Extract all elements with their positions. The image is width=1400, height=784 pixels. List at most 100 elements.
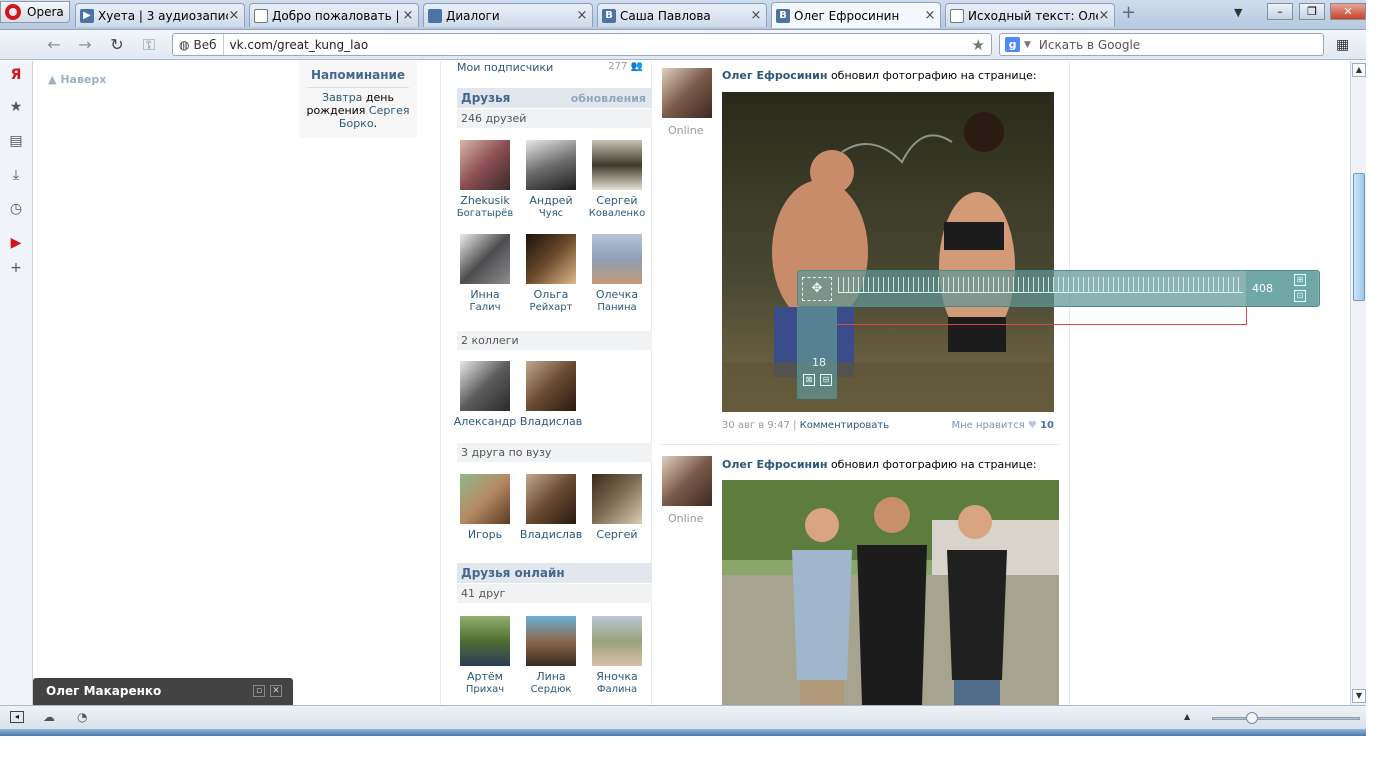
chat-close-icon[interactable]: ✕ xyxy=(270,685,282,697)
friend-last-name[interactable]: Прихач xyxy=(452,683,518,696)
friend-first-name[interactable]: Инна xyxy=(452,288,518,301)
reload-icon[interactable]: ↻ xyxy=(107,36,127,54)
online-count[interactable]: 41 друг xyxy=(457,584,652,603)
opera-unite-cloud-icon[interactable]: ☁ xyxy=(43,710,55,724)
friend-avatar[interactable] xyxy=(526,616,576,666)
friend-avatar[interactable] xyxy=(592,234,642,284)
scroll-down-icon[interactable]: ▼ xyxy=(1352,689,1366,703)
close-icon[interactable]: × xyxy=(228,8,240,23)
tab-source[interactable]: Исходный текст: Олег ... × xyxy=(945,3,1115,27)
friend-card[interactable]: Zhekusik Богатырёв xyxy=(452,140,518,220)
friend-first-name[interactable]: Владислав xyxy=(518,415,584,428)
turbo-gauge-icon[interactable]: ◔ xyxy=(77,710,87,724)
window-close-icon[interactable]: ✕ xyxy=(1330,3,1366,20)
friend-last-name[interactable]: Сердюк xyxy=(518,683,584,696)
chat-contact-name[interactable]: Олег Макаренко xyxy=(46,684,161,698)
comment-link[interactable]: Комментировать xyxy=(800,420,890,431)
reminder-date-link[interactable]: Завтра xyxy=(322,91,362,104)
back-icon[interactable]: ← xyxy=(44,36,64,54)
post-author-avatar[interactable] xyxy=(662,456,712,506)
address-field[interactable]: ◍ Веб vk.com/great_kung_lao ★ xyxy=(172,33,992,56)
friend-last-name[interactable]: Богатырёв xyxy=(452,207,518,220)
chat-expand-icon[interactable]: ▫ xyxy=(253,685,265,697)
history-clock-icon[interactable]: ◷ xyxy=(8,201,24,217)
friend-avatar[interactable] xyxy=(460,361,510,411)
friend-avatar[interactable] xyxy=(526,361,576,411)
restore-icon[interactable]: ❐ xyxy=(1299,3,1325,20)
add-panel-icon[interactable]: + xyxy=(8,260,24,276)
close-icon[interactable]: × xyxy=(924,8,936,23)
post-date[interactable]: 30 авг в 9:47 xyxy=(722,420,790,431)
notes-icon[interactable]: ▤ xyxy=(8,133,24,149)
friend-avatar[interactable] xyxy=(460,140,510,190)
subscribers-row[interactable]: Мои подписчики 277 👥 xyxy=(457,61,647,74)
search-engine-chevron-icon[interactable]: ▼ xyxy=(1024,40,1031,50)
tab-welcome[interactable]: Добро пожаловать | В... × xyxy=(249,3,419,27)
friends-count[interactable]: 246 друзей xyxy=(457,109,652,128)
downloads-icon[interactable]: ⤓ xyxy=(8,167,24,183)
close-icon[interactable]: × xyxy=(402,8,414,23)
key-icon[interactable]: ⚿ xyxy=(139,36,159,54)
tab-list-icon[interactable]: ▼ xyxy=(1234,6,1248,20)
friend-avatar[interactable] xyxy=(460,474,510,524)
scroll-up-icon[interactable]: ▲ xyxy=(1352,63,1366,77)
friend-avatar[interactable] xyxy=(592,474,642,524)
friend-first-name[interactable]: Олечка xyxy=(584,288,650,301)
friend-card[interactable]: Александр xyxy=(452,361,518,428)
friend-last-name[interactable]: Чуяс xyxy=(518,207,584,220)
friend-card[interactable]: Олечка Панина xyxy=(584,234,650,314)
ruler-expand-icon[interactable]: ⊟ xyxy=(820,374,832,386)
friend-card[interactable]: Владислав xyxy=(518,474,584,541)
friend-first-name[interactable]: Андрей xyxy=(518,194,584,207)
chat-minibox[interactable]: Олег Макаренко ▫ ✕ xyxy=(33,678,293,705)
screen-ruler-horizontal[interactable]: ✥ 408 ⊞ ⊡ xyxy=(797,270,1320,307)
opera-menu-button[interactable]: Opera xyxy=(0,1,70,23)
bookmark-star-icon[interactable]: ★ xyxy=(972,36,991,54)
post-author-link[interactable]: Олег Ефросинин xyxy=(722,69,827,82)
move-handle-icon[interactable]: ✥ xyxy=(802,277,832,301)
url-text[interactable]: vk.com/great_kung_lao xyxy=(224,38,972,52)
friend-card[interactable]: Ольга Рейхарт xyxy=(518,234,584,314)
ruler-settings-icon[interactable]: ⊡ xyxy=(1294,290,1306,302)
friend-first-name[interactable]: Ольга xyxy=(518,288,584,301)
friends-title[interactable]: Друзья xyxy=(461,91,510,105)
post-photo[interactable] xyxy=(722,92,1054,412)
friend-first-name[interactable]: Zhekusik xyxy=(452,194,518,207)
scrollbar-thumb[interactable] xyxy=(1353,173,1365,301)
friend-first-name[interactable]: Сергей xyxy=(584,528,650,541)
forward-icon[interactable]: → xyxy=(75,36,95,54)
new-tab-icon[interactable]: + xyxy=(1121,4,1139,22)
vertical-scrollbar[interactable]: ▲ ▼ xyxy=(1350,61,1366,705)
friend-last-name[interactable]: Коваленко xyxy=(584,207,650,220)
friend-avatar[interactable] xyxy=(526,474,576,524)
zoom-slider[interactable] xyxy=(1212,717,1360,720)
friend-last-name[interactable]: Галич xyxy=(452,301,518,314)
friend-avatar[interactable] xyxy=(460,616,510,666)
view-menu-icon[interactable]: ▲ xyxy=(1184,712,1190,721)
friends-header[interactable]: Друзья обновления xyxy=(457,88,652,108)
friend-last-name[interactable]: Панина xyxy=(584,301,650,314)
friend-first-name[interactable]: Яночка xyxy=(584,670,650,683)
minimize-icon[interactable]: – xyxy=(1267,3,1293,20)
friend-first-name[interactable]: Лина xyxy=(518,670,584,683)
university-header[interactable]: 3 друга по вузу xyxy=(457,443,652,462)
speed-dial-grid-icon[interactable]: ▦ xyxy=(1336,38,1352,52)
friend-card[interactable]: Инна Галич xyxy=(452,234,518,314)
friend-card[interactable]: Лина Сердюк xyxy=(518,616,584,696)
post-author-avatar[interactable] xyxy=(662,68,712,118)
bookmarks-star-icon[interactable]: ★ xyxy=(8,99,24,115)
yandex-icon[interactable]: Я xyxy=(8,67,24,83)
updates-link[interactable]: обновления xyxy=(571,92,646,105)
friend-last-name[interactable]: Фалина xyxy=(584,683,650,696)
online-friends-header[interactable]: Друзья онлайн xyxy=(457,563,652,583)
friend-card[interactable]: Владислав xyxy=(518,361,584,428)
like-button[interactable]: Мне нравится ♥ 10 xyxy=(951,420,1054,431)
scroll-top-link[interactable]: ▲ Наверх xyxy=(48,73,106,86)
close-icon[interactable]: × xyxy=(1098,8,1110,23)
online-friends-title[interactable]: Друзья онлайн xyxy=(461,566,565,580)
youtube-icon[interactable]: ▶ xyxy=(8,235,24,251)
friend-first-name[interactable]: Владислав xyxy=(518,528,584,541)
post-photo[interactable] xyxy=(722,480,1059,705)
tab-audio[interactable]: ▶ Хуета | 3 аудиозаписи × xyxy=(75,3,245,27)
friend-card[interactable]: Яночка Фалина xyxy=(584,616,650,696)
